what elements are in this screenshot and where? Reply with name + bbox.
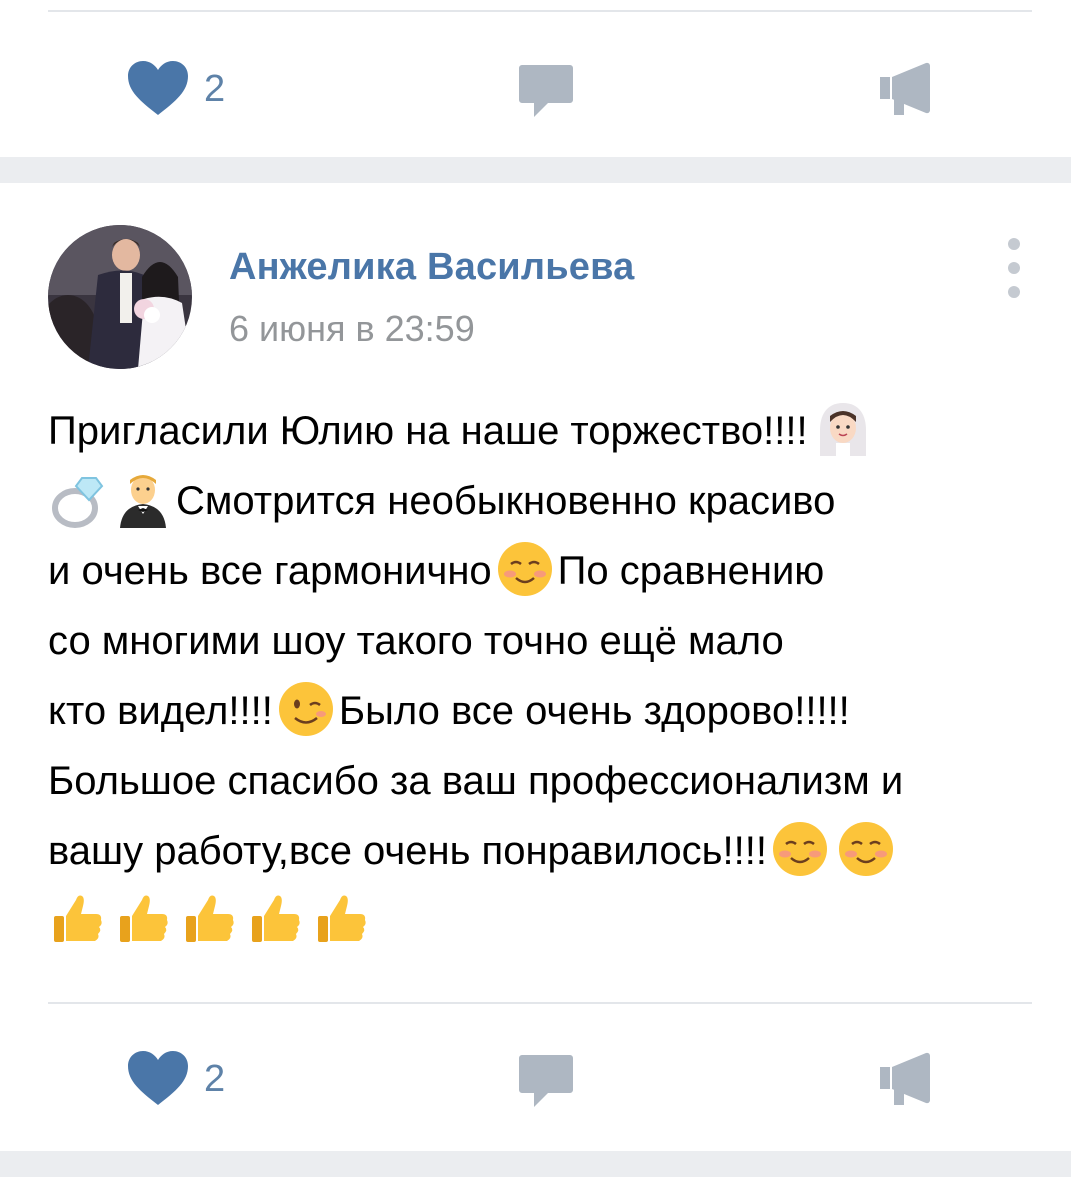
like-button[interactable]: 2 [128,61,225,117]
heart-icon [128,61,188,117]
megaphone-icon [880,1051,932,1107]
thumbs-up-emoji [48,890,106,948]
post-text-line: Большое спасибо за ваш профессионализм и [48,759,904,803]
comment-icon [518,1053,574,1109]
comment-button[interactable] [518,63,574,119]
wink-emoji [277,680,335,738]
top-post-divider [48,10,1032,12]
comment-icon [518,63,574,119]
thumbs-up-emoji [114,890,172,948]
more-vertical-icon[interactable] [1000,238,1028,298]
post-separator [0,1151,1071,1177]
thumbs-up-emoji [180,890,238,948]
post-separator [0,157,1071,183]
post-actions: 2 [0,1045,1071,1115]
post-text: Пригласили Юлию на наше торжество!!!! См… [48,396,1038,956]
share-button[interactable] [880,61,932,117]
smiling-emoji [771,820,829,878]
post-date[interactable]: 6 июня в 23:59 [229,308,475,350]
comment-button[interactable] [518,1053,574,1109]
groom-emoji [114,470,172,529]
post-divider [48,1002,1032,1004]
post-text-line: Смотрится необыкновенно красиво [48,466,1038,536]
thumbs-up-emoji [246,890,304,948]
post-text-line: и очень все гармонично По сравнению [48,536,1038,606]
top-post-actions: 2 [0,55,1071,125]
heart-icon [128,1051,188,1107]
post-text-line: кто видел!!!! Было все очень здорово!!!!… [48,676,1038,746]
like-count: 2 [204,1058,226,1100]
avatar[interactable] [48,225,192,369]
post-text-line-thumbs [48,886,1038,956]
post-text-line: Пригласили Юлию на наше торжество!!!! [48,396,1038,466]
smiling-emoji [837,820,895,878]
ring-emoji [48,470,106,529]
megaphone-icon [880,61,932,117]
post-text-line: со многими шоу такого точно ещё мало [48,619,784,663]
thumbs-up-emoji [312,890,370,948]
post-author[interactable]: Анжелика Васильева [229,246,634,289]
bride-emoji [814,400,872,458]
post-text-line: вашу работу,все очень понравилось!!!! [48,816,1038,886]
like-count: 2 [204,68,226,110]
share-button[interactable] [880,1051,932,1107]
smiling-emoji [496,540,554,598]
like-button[interactable]: 2 [128,1051,225,1107]
